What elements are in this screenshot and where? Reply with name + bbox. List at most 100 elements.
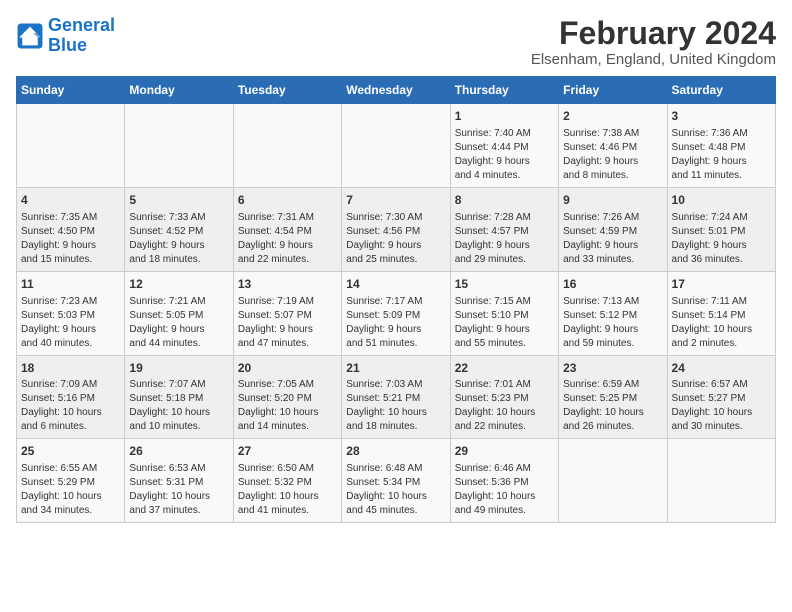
calendar-cell: 2 Sunrise: 7:38 AM Sunset: 4:46 PM Daylig… [559, 104, 667, 188]
day-info: Sunrise: 6:55 AM Sunset: 5:29 PM Dayligh… [21, 462, 120, 518]
header-day-saturday: Saturday [667, 77, 775, 104]
week-row-4: 18Sunrise: 7:09 AM Sunset: 5:16 PM Dayli… [17, 355, 776, 439]
calendar-cell: 23Sunrise: 6:59 AM Sunset: 5:25 PM Dayli… [559, 355, 667, 439]
day-number: 25 [21, 443, 120, 460]
calendar-cell [667, 439, 775, 523]
day-number: 27 [238, 443, 337, 460]
day-info: Sunrise: 6:48 AM Sunset: 5:34 PM Dayligh… [346, 462, 445, 518]
day-info: Sunrise: 7:36 AM Sunset: 4:48 PM Dayligh… [672, 127, 771, 183]
logo-line2: Blue [48, 35, 87, 55]
calendar-cell: 4Sunrise: 7:35 AM Sunset: 4:50 PM Daylig… [17, 187, 125, 271]
day-number: 12 [129, 276, 228, 293]
day-info: Sunrise: 7:30 AM Sunset: 4:56 PM Dayligh… [346, 211, 445, 267]
title-block: February 2024 Elsenham, England, United … [531, 16, 776, 68]
day-number: 22 [455, 360, 554, 377]
header-day-thursday: Thursday [450, 77, 558, 104]
header-day-sunday: Sunday [17, 77, 125, 104]
day-number: 17 [672, 276, 771, 293]
calendar-cell: 22Sunrise: 7:01 AM Sunset: 5:23 PM Dayli… [450, 355, 558, 439]
calendar-cell [17, 104, 125, 188]
day-info: Sunrise: 7:17 AM Sunset: 5:09 PM Dayligh… [346, 295, 445, 351]
calendar-cell [559, 439, 667, 523]
calendar-cell: 21Sunrise: 7:03 AM Sunset: 5:21 PM Dayli… [342, 355, 450, 439]
day-number: 20 [238, 360, 337, 377]
day-info: Sunrise: 7:26 AM Sunset: 4:59 PM Dayligh… [563, 211, 662, 267]
location: Elsenham, England, United Kingdom [531, 51, 776, 68]
day-info: Sunrise: 7:15 AM Sunset: 5:10 PM Dayligh… [455, 295, 554, 351]
day-number: 5 [129, 192, 228, 209]
calendar-cell: 16Sunrise: 7:13 AM Sunset: 5:12 PM Dayli… [559, 271, 667, 355]
week-row-1: 1 Sunrise: 7:40 AM Sunset: 4:44 PM Daylig… [17, 104, 776, 188]
week-row-3: 11 Sunrise: 7:23 AM Sunset: 5:03 PM Dayli… [17, 271, 776, 355]
day-number: 16 [563, 276, 662, 293]
day-number: 7 [346, 192, 445, 209]
day-number: 28 [346, 443, 445, 460]
day-info: Sunrise: 7:40 AM Sunset: 4:44 PM Dayligh… [455, 127, 554, 183]
day-info: Sunrise: 6:50 AM Sunset: 5:32 PM Dayligh… [238, 462, 337, 518]
page-header: General Blue February 2024 Elsenham, Eng… [16, 16, 776, 68]
calendar-cell [125, 104, 233, 188]
day-number: 21 [346, 360, 445, 377]
calendar-cell: 19Sunrise: 7:07 AM Sunset: 5:18 PM Dayli… [125, 355, 233, 439]
day-info: Sunrise: 7:21 AM Sunset: 5:05 PM Dayligh… [129, 295, 228, 351]
calendar-cell: 13 Sunrise: 7:19 AM Sunset: 5:07 PM Dayli… [233, 271, 341, 355]
day-info: Sunrise: 7:23 AM Sunset: 5:03 PM Dayligh… [21, 295, 120, 351]
calendar-cell: 1 Sunrise: 7:40 AM Sunset: 4:44 PM Daylig… [450, 104, 558, 188]
header-day-wednesday: Wednesday [342, 77, 450, 104]
day-number: 23 [563, 360, 662, 377]
day-info: Sunrise: 6:57 AM Sunset: 5:27 PM Dayligh… [672, 378, 771, 434]
calendar-cell: 28 Sunrise: 6:48 AM Sunset: 5:34 PM Dayli… [342, 439, 450, 523]
header-day-monday: Monday [125, 77, 233, 104]
month-year: February 2024 [531, 16, 776, 51]
calendar-cell: 3Sunrise: 7:36 AM Sunset: 4:48 PM Daylig… [667, 104, 775, 188]
day-number: 18 [21, 360, 120, 377]
day-number: 2 [563, 108, 662, 125]
calendar-cell: 8 Sunrise: 7:28 AM Sunset: 4:57 PM Daylig… [450, 187, 558, 271]
day-info: Sunrise: 6:53 AM Sunset: 5:31 PM Dayligh… [129, 462, 228, 518]
day-number: 6 [238, 192, 337, 209]
day-info: Sunrise: 7:38 AM Sunset: 4:46 PM Dayligh… [563, 127, 662, 183]
calendar-cell: 25 Sunrise: 6:55 AM Sunset: 5:29 PM Dayli… [17, 439, 125, 523]
calendar-cell: 6 Sunrise: 7:31 AM Sunset: 4:54 PM Daylig… [233, 187, 341, 271]
day-number: 19 [129, 360, 228, 377]
day-info: Sunrise: 7:31 AM Sunset: 4:54 PM Dayligh… [238, 211, 337, 267]
day-number: 14 [346, 276, 445, 293]
calendar-cell: 27 Sunrise: 6:50 AM Sunset: 5:32 PM Dayli… [233, 439, 341, 523]
day-info: Sunrise: 7:19 AM Sunset: 5:07 PM Dayligh… [238, 295, 337, 351]
calendar-cell: 10 Sunrise: 7:24 AM Sunset: 5:01 PM Dayli… [667, 187, 775, 271]
calendar-header: SundayMondayTuesdayWednesdayThursdayFrid… [17, 77, 776, 104]
header-day-tuesday: Tuesday [233, 77, 341, 104]
calendar-cell: 14 Sunrise: 7:17 AM Sunset: 5:09 PM Dayli… [342, 271, 450, 355]
day-info: Sunrise: 7:28 AM Sunset: 4:57 PM Dayligh… [455, 211, 554, 267]
day-number: 8 [455, 192, 554, 209]
calendar-cell [342, 104, 450, 188]
calendar-cell: 7 Sunrise: 7:30 AM Sunset: 4:56 PM Daylig… [342, 187, 450, 271]
day-info: Sunrise: 7:33 AM Sunset: 4:52 PM Dayligh… [129, 211, 228, 267]
day-number: 13 [238, 276, 337, 293]
logo-line1: General [48, 15, 115, 35]
day-info: Sunrise: 7:24 AM Sunset: 5:01 PM Dayligh… [672, 211, 771, 267]
day-number: 15 [455, 276, 554, 293]
day-number: 24 [672, 360, 771, 377]
header-day-friday: Friday [559, 77, 667, 104]
calendar-cell: 12 Sunrise: 7:21 AM Sunset: 5:05 PM Dayli… [125, 271, 233, 355]
calendar-table: SundayMondayTuesdayWednesdayThursdayFrid… [16, 76, 776, 523]
calendar-cell [233, 104, 341, 188]
calendar-cell: 5 Sunrise: 7:33 AM Sunset: 4:52 PM Daylig… [125, 187, 233, 271]
logo-icon [16, 22, 44, 50]
logo: General Blue [16, 16, 115, 56]
calendar-cell: 20Sunrise: 7:05 AM Sunset: 5:20 PM Dayli… [233, 355, 341, 439]
header-row: SundayMondayTuesdayWednesdayThursdayFrid… [17, 77, 776, 104]
day-number: 10 [672, 192, 771, 209]
calendar-cell: 15 Sunrise: 7:15 AM Sunset: 5:10 PM Dayli… [450, 271, 558, 355]
week-row-5: 25 Sunrise: 6:55 AM Sunset: 5:29 PM Dayli… [17, 439, 776, 523]
calendar-cell: 17Sunrise: 7:11 AM Sunset: 5:14 PM Dayli… [667, 271, 775, 355]
week-row-2: 4Sunrise: 7:35 AM Sunset: 4:50 PM Daylig… [17, 187, 776, 271]
day-info: Sunrise: 7:35 AM Sunset: 4:50 PM Dayligh… [21, 211, 120, 267]
day-info: Sunrise: 6:46 AM Sunset: 5:36 PM Dayligh… [455, 462, 554, 518]
day-info: Sunrise: 7:03 AM Sunset: 5:21 PM Dayligh… [346, 378, 445, 434]
day-number: 11 [21, 276, 120, 293]
logo-text: General Blue [48, 16, 115, 56]
day-number: 1 [455, 108, 554, 125]
calendar-cell: 9Sunrise: 7:26 AM Sunset: 4:59 PM Daylig… [559, 187, 667, 271]
